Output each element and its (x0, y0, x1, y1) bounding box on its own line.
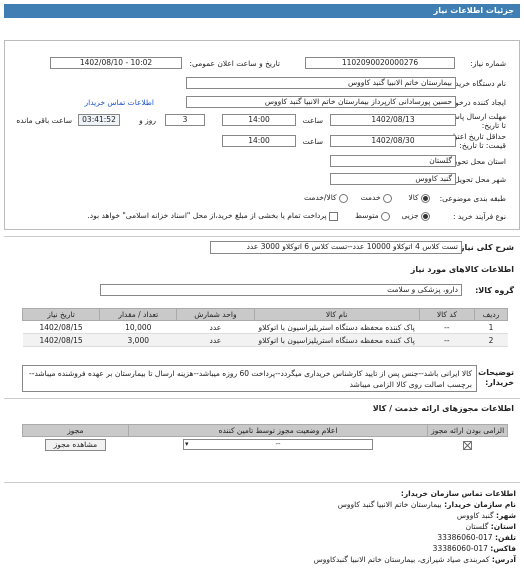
radio-icon (339, 193, 348, 203)
creator-field: حسین پورسادانی کارپرداز بیمارستان خاتم ا… (186, 96, 456, 108)
col-required: الزامی بودن ارائه مجوز (427, 424, 508, 437)
license-status-select[interactable]: -- ▾ (183, 439, 373, 451)
treasury-checkbox[interactable]: پرداخت تمام یا بخشی از مبلغ خرید،از محل … (87, 211, 338, 221)
deadline-time-label: ساعت (302, 116, 323, 125)
radio-icon (421, 193, 430, 203)
radio-icon (381, 211, 390, 221)
cell-license: مشاهده مجوز (23, 437, 129, 453)
page-title: جزئیات اطلاعات نیاز (4, 4, 520, 18)
category-label: طبقه بندی موضوعی: (439, 194, 506, 203)
cell-unit: عدد (176, 320, 254, 334)
checkbox-icon (329, 211, 338, 221)
view-license-button[interactable]: مشاهده مجوز (44, 438, 107, 451)
cell-date: 1402/08/15 (22, 320, 100, 334)
col-name: نام کالا (253, 308, 420, 321)
licenses-table: الزامی بودن ارائه مجوز اعلام وضعیت مجوز … (22, 424, 508, 453)
radio-icon (383, 193, 392, 203)
cell-date: 1402/08/15 (22, 333, 100, 347)
org-contact-block: اطلاعات تماس سازمان خریدار: نام سازمان خ… (6, 488, 516, 565)
need-number-label: شماره نیاز: (470, 59, 506, 68)
cell-row: 1 (474, 320, 508, 334)
purchase-option-medium[interactable]: متوسط (355, 211, 390, 221)
cell-name: پاک کننده محفظه دستگاه استریلیزاسیون با … (254, 333, 420, 347)
city-label: شهر محل تحویل: (451, 175, 506, 184)
chevron-down-icon: ▾ (185, 440, 189, 449)
radio-icon (421, 211, 430, 221)
days-field: 3 (165, 114, 205, 126)
org-contact-line: شهر: گنبد کاووس (456, 511, 516, 520)
checkbox-icon (463, 440, 473, 450)
cell-code: -- (419, 333, 475, 347)
province-field: گلستان (330, 155, 456, 167)
cell-required (428, 437, 508, 453)
buyer-field: بیمارستان خاتم الانبیا گنبد کاووس (186, 77, 456, 89)
org-contact-line: استان: گلستان (465, 522, 516, 531)
summary-label: شرح کلی نیاز: (456, 243, 514, 252)
remaining-label: ساعت باقی مانده (16, 116, 72, 125)
deadline-time-field: 14:00 (222, 114, 296, 126)
announce-label: تاریخ و ساعت اعلان عمومی: (189, 59, 280, 68)
summary-field: تست کلاس 4 اتوکلاو 10000 عدد--تست کلاس 6… (210, 241, 462, 254)
cell-code: -- (419, 320, 475, 334)
cell-row: 2 (474, 333, 508, 347)
category-option-goods[interactable]: کالا (408, 193, 430, 203)
col-license: مجوز (22, 424, 129, 437)
org-contact-line: آدرس: کمربندی صیاد شیرازی، بیمارستان خات… (313, 555, 516, 564)
col-unit: واحد شمارش (176, 308, 255, 321)
table-row: 1 -- پاک کننده محفظه دستگاه استریلیزاسیو… (22, 320, 508, 334)
licenses-section-title: اطلاعات مجوزهای ارائه خدمت / کالا (372, 404, 514, 413)
goods-group-label: گروه کالا: (475, 286, 514, 295)
buyer-notes-label: توضیحات خریدار: (478, 368, 514, 387)
days-label: روز و (139, 116, 156, 125)
goods-group-field: دارو، پزشکی و سلامت (100, 284, 462, 296)
cell-qty: 3,000 (99, 333, 177, 347)
col-qty: تعداد / مقدار (99, 308, 178, 321)
col-code: کد کالا (418, 308, 475, 321)
col-row: ردیف (473, 308, 509, 321)
cell-qty: 10,000 (99, 320, 177, 334)
cell-status: -- ▾ (128, 437, 428, 453)
validity-date-field: 1402/08/30 (330, 135, 456, 147)
table-row: -- ▾ مشاهده مجوز (23, 437, 508, 453)
divider (4, 236, 520, 237)
org-contact-line: نام سازمان خریدار: بیمارستان خاتم الانبی… (337, 500, 516, 509)
need-number-field: 1102090020000276 (305, 57, 455, 69)
cell-name: پاک کننده محفظه دستگاه استریلیزاسیون با … (254, 320, 420, 334)
table-row: 2 -- پاک کننده محفظه دستگاه استریلیزاسیو… (22, 333, 508, 347)
buyer-contact-link[interactable]: اطلاعات تماس خریدار (85, 98, 155, 107)
col-date: تاریخ نیاز (21, 308, 101, 321)
org-contact-title: اطلاعات تماس سازمان خریدار: (400, 489, 516, 498)
remaining-time-field: 03:41:52 (78, 114, 120, 126)
validity-time-field: 14:00 (222, 135, 296, 147)
goods-table: ردیف کد کالا نام کالا واحد شمارش تعداد /… (21, 308, 509, 347)
purchase-option-minor[interactable]: جزیی (401, 211, 430, 221)
org-contact-line: فاکس: 017-33386060 (432, 544, 516, 553)
city-field: گنبد کاووس (330, 173, 456, 185)
category-option-service[interactable]: خدمت (361, 193, 392, 203)
org-contact-line: تلفن: 017-33386060 (437, 533, 516, 542)
divider (4, 398, 520, 399)
divider (4, 482, 520, 483)
validity-time-label: ساعت (302, 137, 323, 146)
announce-field: 1402/08/10 - 10:02 (50, 57, 182, 69)
cell-unit: عدد (176, 333, 254, 347)
category-option-both[interactable]: کالا/خدمت (304, 193, 348, 203)
purchase-type-label: نوع فرآیند خرید : (452, 212, 506, 221)
goods-table-header: ردیف کد کالا نام کالا واحد شمارش تعداد /… (21, 308, 509, 321)
licenses-table-header: الزامی بودن ارائه مجوز اعلام وضعیت مجوز … (22, 424, 508, 437)
col-status: اعلام وضعیت مجوز توسط تامین کننده (127, 424, 429, 437)
buyer-notes-field: کالا ایرانی باشد--جنس پس از تایید کارشنا… (22, 365, 477, 392)
deadline-date-field: 1402/08/13 (330, 114, 456, 126)
goods-section-title: اطلاعات کالاهای مورد نیاز (410, 265, 514, 274)
